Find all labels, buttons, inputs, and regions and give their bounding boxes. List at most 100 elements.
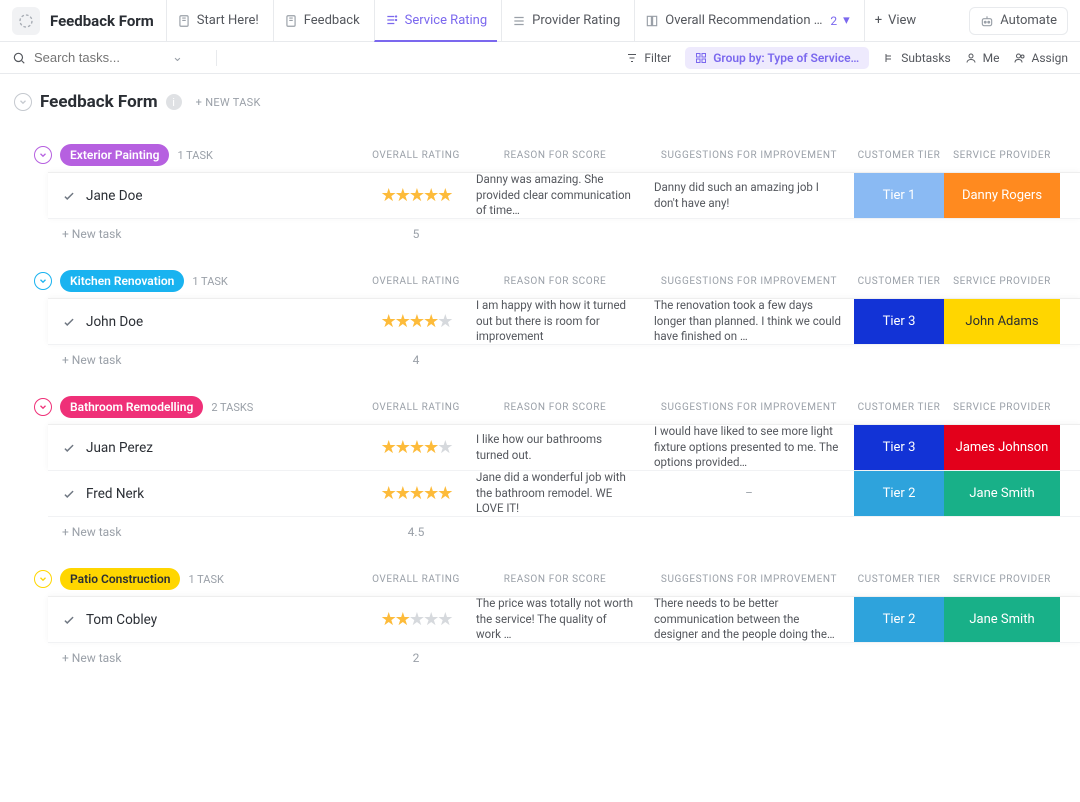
- add-task-row: + New task 2: [48, 642, 1080, 672]
- suggestions-cell[interactable]: The renovation took a few days longer th…: [644, 299, 854, 344]
- assignees-button[interactable]: Assign: [1014, 51, 1069, 65]
- plus-icon: +: [875, 13, 882, 28]
- star-icon: ★: [409, 437, 423, 458]
- task-row[interactable]: Tom Cobley ★★★★★ The price was totally n…: [48, 596, 1080, 642]
- group-collapse-icon[interactable]: [34, 272, 52, 290]
- col-header-provider[interactable]: SERVICE PROVIDER: [944, 574, 1060, 585]
- suggestions-cell[interactable]: I would have liked to see more light fix…: [644, 425, 854, 470]
- col-header-tier[interactable]: CUSTOMER TIER: [854, 402, 944, 413]
- col-header-tier[interactable]: CUSTOMER TIER: [854, 574, 944, 585]
- group-collapse-icon[interactable]: [34, 398, 52, 416]
- reason-cell[interactable]: The price was totally not worth the serv…: [466, 597, 644, 642]
- col-header-rating[interactable]: OVERALL RATING: [366, 574, 466, 585]
- suggestions-cell[interactable]: –: [644, 471, 854, 516]
- suggestions-cell[interactable]: There needs to be better communication b…: [644, 597, 854, 642]
- groups-container: Exterior Painting 1 TASK OVERALL RATING …: [0, 144, 1080, 712]
- add-task-row: + New task 4: [48, 344, 1080, 374]
- group-collapse-icon[interactable]: [34, 146, 52, 164]
- star-icon: ★: [381, 185, 395, 206]
- reason-cell[interactable]: Jane did a wonderful job with the bathro…: [466, 471, 644, 516]
- add-task-button[interactable]: + New task: [48, 353, 366, 367]
- tab-overall-recommendation[interactable]: Overall Recommendation … 2 ▾: [634, 0, 859, 42]
- automate-button[interactable]: Automate: [969, 7, 1068, 35]
- info-icon[interactable]: i: [166, 94, 182, 110]
- reason-cell[interactable]: Danny was amazing. She provid­ed clear c…: [466, 173, 644, 218]
- task-name: Jane Doe: [86, 188, 142, 204]
- task-row[interactable]: John Doe ★★★★★ I am happy with how it tu…: [48, 298, 1080, 344]
- check-icon: [62, 487, 76, 501]
- group-task-count: 2 TASKS: [211, 401, 253, 414]
- tab-provider-rating[interactable]: Provider Rating: [501, 0, 630, 42]
- me-button[interactable]: Me: [965, 51, 1000, 65]
- col-header-rating[interactable]: OVERALL RATING: [366, 402, 466, 413]
- task-row[interactable]: Fred Nerk ★★★★★ Jane did a wonderful job…: [48, 470, 1080, 516]
- provider-cell[interactable]: John Adams: [944, 299, 1060, 344]
- list-collapse-icon[interactable]: [14, 93, 32, 111]
- col-header-suggestions[interactable]: SUGGESTIONS FOR IMPROVEMENT: [644, 402, 854, 413]
- col-header-provider[interactable]: SERVICE PROVIDER: [944, 150, 1060, 161]
- add-task-button[interactable]: + New task: [48, 227, 366, 241]
- search-input[interactable]: [34, 50, 164, 65]
- group-pill[interactable]: Exterior Painting: [60, 144, 169, 166]
- groupby-button[interactable]: Group by: Type of Service…: [685, 47, 869, 69]
- col-header-reason[interactable]: REASON FOR SCORE: [466, 276, 644, 287]
- col-header-tier[interactable]: CUSTOMER TIER: [854, 150, 944, 161]
- subtasks-button[interactable]: Subtasks: [883, 51, 950, 65]
- rating-cell[interactable]: ★★★★★: [366, 425, 466, 470]
- rating-cell[interactable]: ★★★★★: [366, 597, 466, 642]
- col-header-reason[interactable]: REASON FOR SCORE: [466, 150, 644, 161]
- col-header-reason[interactable]: REASON FOR SCORE: [466, 402, 644, 413]
- list-heading: Feedback Form i + NEW TASK: [0, 74, 1080, 122]
- tier-cell[interactable]: Tier 3: [854, 299, 944, 344]
- group-collapse-icon[interactable]: [34, 570, 52, 588]
- tier-cell[interactable]: Tier 2: [854, 471, 944, 516]
- group-pill[interactable]: Kitchen Renovation: [60, 270, 184, 292]
- col-header-rating[interactable]: OVERALL RATING: [366, 276, 466, 287]
- add-task-button[interactable]: + New task: [48, 651, 366, 665]
- tier-cell[interactable]: Tier 2: [854, 597, 944, 642]
- check-icon: [62, 315, 76, 329]
- star-icon: ★: [395, 437, 409, 458]
- search-chevron-icon[interactable]: ⌄: [172, 50, 183, 65]
- col-header-suggestions[interactable]: SUGGESTIONS FOR IMPROVEMENT: [644, 276, 854, 287]
- col-header-tier[interactable]: CUSTOMER TIER: [854, 276, 944, 287]
- group-header: Bathroom Remodelling 2 TASKS OVERALL RAT…: [14, 396, 1080, 418]
- col-header-reason[interactable]: REASON FOR SCORE: [466, 574, 644, 585]
- filter-button[interactable]: Filter: [626, 51, 671, 65]
- reason-cell[interactable]: I am happy with how it turned out but th…: [466, 299, 644, 344]
- tier-cell[interactable]: Tier 3: [854, 425, 944, 470]
- group-pill[interactable]: Patio Construction: [60, 568, 180, 590]
- provider-cell[interactable]: Jane Smith: [944, 471, 1060, 516]
- star-icon: ★: [423, 437, 437, 458]
- task-name: Fred Nerk: [86, 486, 144, 502]
- group-pill[interactable]: Bathroom Remodelling: [60, 396, 203, 418]
- provider-cell[interactable]: Jane Smith: [944, 597, 1060, 642]
- task-name-cell: Fred Nerk: [48, 471, 366, 516]
- task-row[interactable]: Juan Perez ★★★★★ I like how our bathroom…: [48, 424, 1080, 470]
- new-task-link[interactable]: + NEW TASK: [196, 96, 261, 109]
- col-header-provider[interactable]: SERVICE PROVIDER: [944, 402, 1060, 413]
- star-icon: ★: [423, 185, 437, 206]
- rating-cell[interactable]: ★★★★★: [366, 299, 466, 344]
- col-header-suggestions[interactable]: SUGGESTIONS FOR IMPROVEMENT: [644, 150, 854, 161]
- provider-cell[interactable]: Danny Rogers: [944, 173, 1060, 218]
- col-header-provider[interactable]: SERVICE PROVIDER: [944, 276, 1060, 287]
- add-task-row: + New task 4.5: [48, 516, 1080, 546]
- add-task-button[interactable]: + New task: [48, 525, 366, 539]
- col-header-suggestions[interactable]: SUGGESTIONS FOR IMPROVEMENT: [644, 574, 854, 585]
- tab-start-here[interactable]: Start Here!: [166, 0, 269, 42]
- task-name-cell: John Doe: [48, 299, 366, 344]
- tab-service-rating[interactable]: Service Rating: [374, 0, 498, 42]
- star-icon: ★: [437, 311, 451, 332]
- tab-feedback[interactable]: Feedback: [273, 0, 370, 42]
- col-header-rating[interactable]: OVERALL RATING: [366, 150, 466, 161]
- reason-cell[interactable]: I like how our bathrooms turned out.: [466, 425, 644, 470]
- rating-cell[interactable]: ★★★★★: [366, 471, 466, 516]
- search-container: ⌄: [12, 50, 202, 65]
- tab-add-view[interactable]: + View: [864, 0, 927, 42]
- provider-cell[interactable]: James Johnson: [944, 425, 1060, 470]
- rating-cell[interactable]: ★★★★★: [366, 173, 466, 218]
- tier-cell[interactable]: Tier 1: [854, 173, 944, 218]
- suggestions-cell[interactable]: Danny did such an amazing job I don't ha…: [644, 173, 854, 218]
- task-row[interactable]: Jane Doe ★★★★★ Danny was amazing. She pr…: [48, 172, 1080, 218]
